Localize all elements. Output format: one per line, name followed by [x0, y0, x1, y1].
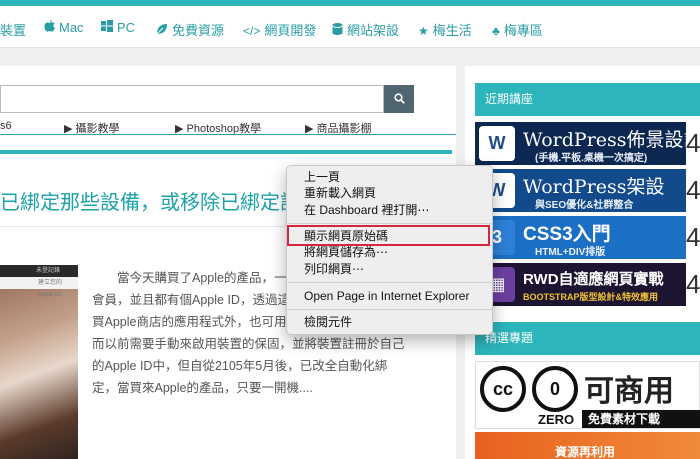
nav-item-free-resources[interactable]: 免費資源: [156, 20, 224, 39]
nav-item-special[interactable]: ♣ 梅專區: [492, 20, 543, 39]
cc-zero-label: ZERO: [538, 412, 575, 427]
club-icon: ♣: [492, 24, 500, 38]
search-input[interactable]: [0, 85, 384, 113]
code-icon: </>: [243, 24, 261, 38]
nav-item-pc[interactable]: PC: [101, 20, 135, 35]
nav-item-devices[interactable]: 裝置: [0, 20, 26, 39]
menu-item-print-page[interactable]: 列印網頁⋯: [304, 261, 364, 277]
menu-item-view-source[interactable]: 顯示網頁原始碼: [304, 228, 388, 244]
article-title[interactable]: 已綁定那些設備，或移除已綁定設: [0, 186, 300, 215]
widget-title-recent: 近期講座: [475, 83, 700, 116]
article-thumbnail[interactable]: 未登記錄 建立您的 Apple ID: [0, 265, 78, 459]
section-accent-bar: [0, 150, 452, 154]
menu-item-inspect-element[interactable]: 檢閱元件: [304, 314, 352, 330]
course-banner-wp-setup[interactable]: W WordPress架設 與SEO優化&社群整合 4: [475, 169, 700, 212]
windows-icon: [101, 20, 113, 35]
banner-number: 4: [686, 263, 700, 306]
course-banner-rwd[interactable]: ▦ RWD自適應網頁實戰 BOOTSTRAP版型設計&特效應用 4: [475, 263, 700, 306]
thumb-header-text: 未登記錄: [0, 265, 78, 277]
nav-item-site-build[interactable]: 網站架設: [332, 20, 399, 39]
course-banner-wp-theme[interactable]: W WordPress佈景設計 (手機.平板.桌機一次搞定) 4: [475, 122, 700, 165]
cc-banner-title: 可商用: [584, 375, 674, 408]
menu-separator: [287, 309, 492, 310]
banner-number: 4: [686, 122, 700, 165]
context-menu: 上一頁 重新載入網頁 在 Dashboard 裡打開⋯ 顯示網頁原始碼 將網頁儲…: [286, 165, 493, 335]
tag-divider: [0, 134, 456, 135]
leaf-icon: [156, 23, 168, 38]
thumb-sub-text: 建立您的 Apple ID: [0, 277, 78, 298]
main-nav: 裝置 Mac PC 免費資源 </> 網頁開發 網站架設 ★ 梅生活 ♣ 梅專區: [0, 6, 700, 48]
menu-item-open-in-dashboard[interactable]: 在 Dashboard 裡打開⋯: [304, 202, 429, 218]
creative-commons-icon: cc: [480, 366, 526, 412]
search-icon: [393, 93, 405, 104]
banner-subtitle: HTML+DIV排版: [535, 247, 606, 258]
cc-zero-banner[interactable]: cc 0 可商用 ZERO 免費素材下載: [475, 361, 700, 429]
menu-item-save-page-as[interactable]: 將網頁儲存為⋯: [304, 244, 388, 260]
course-banner-css3[interactable]: 3 CSS3入門 HTML+DIV排版 4: [475, 216, 700, 259]
resource-reuse-banner[interactable]: 資源再利用: [475, 432, 700, 459]
apple-icon: [44, 20, 55, 35]
article-line: 定，當買來Apple的產品，只要一開機....: [92, 381, 313, 395]
banner-number: 4: [686, 169, 700, 212]
tag-links: s6 ▶ 攝影教學 ▶ Photoshop教學 ▶ 商品攝影棚: [0, 120, 456, 135]
menu-separator: [287, 223, 492, 224]
wordpress-logo-icon: W: [479, 126, 515, 161]
banner-title: WordPress佈景設計: [523, 129, 700, 151]
star-icon: ★: [418, 24, 429, 38]
widget-title-featured: 精選專題: [475, 322, 700, 355]
banner-title: RWD自適應網頁實戰: [523, 271, 664, 288]
article-line: 的Apple ID中，但自從2105年5月後，已改全自動化綁: [92, 359, 388, 373]
search-button[interactable]: [384, 85, 414, 113]
banner-subtitle: (手機.平板.桌機一次搞定): [535, 153, 648, 164]
cc-free-label: 免費素材下載: [582, 410, 700, 428]
banner-title: WordPress架設: [523, 176, 665, 198]
menu-item-back[interactable]: 上一頁: [304, 169, 340, 185]
article-line: 而以前需要手動來啟用裝置的保固，並將裝置註冊於自己: [92, 337, 405, 351]
banner-title: CSS3入門: [523, 224, 611, 245]
nav-item-mac[interactable]: Mac: [44, 20, 84, 35]
database-icon: [332, 23, 343, 38]
tag-link[interactable]: s6: [0, 120, 12, 132]
banner-subtitle: BOOTSTRAP版型設計&特效應用: [523, 292, 659, 302]
nav-item-web-dev[interactable]: </> 網頁開發: [243, 20, 316, 39]
menu-item-open-in-ie[interactable]: Open Page in Internet Explorer: [304, 288, 469, 304]
menu-separator: [287, 282, 492, 283]
nav-item-life[interactable]: ★ 梅生活: [418, 20, 472, 39]
zero-icon: 0: [532, 366, 578, 412]
banner-number: 4: [686, 216, 700, 259]
sidebar: 近期講座 W WordPress佈景設計 (手機.平板.桌機一次搞定) 4 W …: [465, 66, 700, 459]
menu-item-reload[interactable]: 重新載入網頁: [304, 185, 376, 201]
banner-subtitle: 與SEO優化&社群整合: [535, 200, 634, 211]
